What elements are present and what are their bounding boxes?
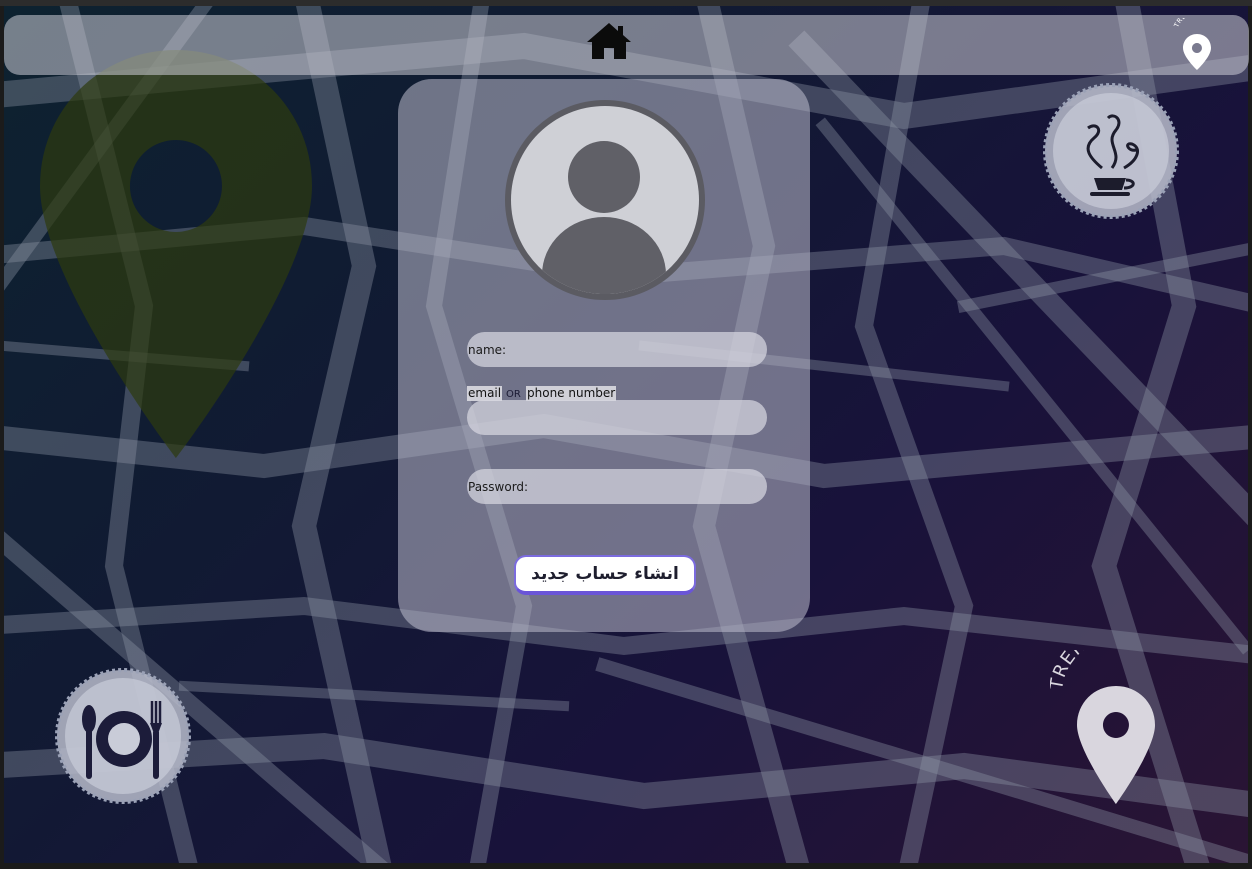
email-or-phone-field[interactable] xyxy=(467,400,767,435)
svg-text:TRENDMAP: TRENDMAP xyxy=(1172,18,1215,30)
trendmap-logo-large: TRENDMAP xyxy=(1050,650,1155,804)
coffee-badge-icon xyxy=(1043,83,1179,219)
name-field-label: name: xyxy=(468,342,507,357)
email-tag: email xyxy=(467,386,503,401)
name-field[interactable]: name: xyxy=(467,332,767,367)
restaurant-badge-icon xyxy=(55,668,191,804)
phone-number-tag: phone number xyxy=(526,386,617,401)
svg-text:TRENDMAP: TRENDMAP xyxy=(1050,650,1148,692)
home-icon[interactable] xyxy=(585,21,633,61)
create-account-button[interactable]: انشاء حساب جديد xyxy=(514,555,696,595)
password-field-label: Password: xyxy=(468,479,529,494)
or-separator: OR xyxy=(506,389,521,400)
avatar-placeholder-icon[interactable] xyxy=(502,97,708,303)
password-field[interactable]: Password: xyxy=(467,469,767,504)
map-pin-large-icon xyxy=(40,50,312,458)
trendmap-logo-small[interactable]: TRENDMAP xyxy=(1172,18,1222,72)
